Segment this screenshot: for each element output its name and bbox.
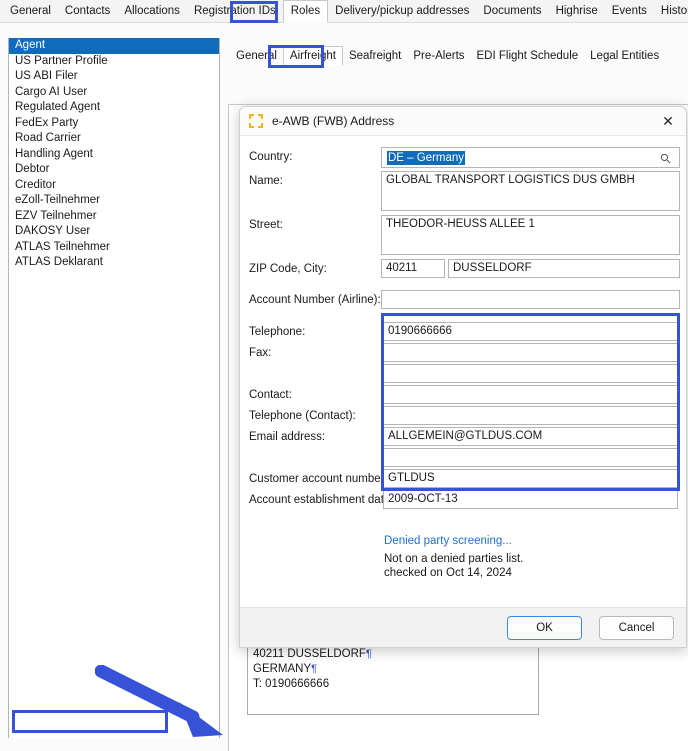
telephone-contact-label: Telephone (Contact): xyxy=(249,410,356,422)
sub-tab-bar: General Airfreight Seafreight Pre-Alerts… xyxy=(228,46,665,66)
name-label: Name: xyxy=(249,175,283,187)
fax-label: Fax: xyxy=(249,347,271,359)
left-gutter xyxy=(0,38,8,751)
list-item[interactable]: Creditor xyxy=(9,178,219,194)
street-input[interactable]: THEODOR-HEUSS ALLEE 1 xyxy=(381,215,680,255)
extra-field-2-input[interactable] xyxy=(383,448,678,467)
list-item[interactable]: Agent xyxy=(9,38,219,54)
list-item[interactable]: Road Carrier xyxy=(9,131,219,147)
tab-edi-flight-schedule[interactable]: EDI Flight Schedule xyxy=(471,47,585,66)
tab-registration-ids[interactable]: Registration IDs xyxy=(187,0,283,22)
roles-list-panel: Agent US Partner Profile US ABI Filer Ca… xyxy=(8,38,220,738)
list-item[interactable]: Debtor xyxy=(9,162,219,178)
list-item[interactable]: ATLAS Deklarant xyxy=(9,255,219,271)
ok-button[interactable]: OK xyxy=(507,616,582,640)
list-item[interactable]: FedEx Party xyxy=(9,116,219,132)
dialog-footer: OK Cancel xyxy=(240,607,686,648)
list-item[interactable]: EZV Teilnehmer xyxy=(9,209,219,225)
tab-general-sub[interactable]: General xyxy=(230,47,283,66)
zip-city-label: ZIP Code, City: xyxy=(249,263,327,275)
expand-corners-icon xyxy=(249,114,263,128)
country-label: Country: xyxy=(249,151,292,163)
top-tab-bar: General Contacts Allocations Registratio… xyxy=(0,0,688,23)
denied-party-status: Not on a denied parties list. checked on… xyxy=(384,552,523,580)
email-label: Email address: xyxy=(249,431,325,443)
fax-input[interactable] xyxy=(383,343,678,362)
email-input[interactable]: ALLGEMEIN@GTLDUS.COM xyxy=(383,427,678,446)
eawb-address-dialog: e-AWB (FWB) Address ✕ Country: DE – Germ… xyxy=(239,106,687,648)
country-value: DE – Germany xyxy=(387,151,465,165)
telephone-label: Telephone: xyxy=(249,326,305,338)
dialog-title-bar: e-AWB (FWB) Address ✕ xyxy=(240,107,686,135)
list-item[interactable]: Regulated Agent xyxy=(9,100,219,116)
close-icon[interactable]: ✕ xyxy=(658,112,678,130)
tab-history-of-changes[interactable]: History of changes xyxy=(654,0,688,22)
dialog-body: Country: DE – Germany Name: GLOBAL TRANS… xyxy=(240,135,686,607)
tab-delivery-pickup-addresses[interactable]: Delivery/pickup addresses xyxy=(328,0,476,22)
list-item[interactable]: Handling Agent xyxy=(9,147,219,163)
tab-contacts[interactable]: Contacts xyxy=(58,0,117,22)
list-item[interactable]: US Partner Profile xyxy=(9,54,219,70)
account-establishment-date-input[interactable]: 2009-OCT-13 xyxy=(383,490,678,509)
telephone-input[interactable]: 0190666666 xyxy=(383,322,678,341)
list-item[interactable]: Cargo AI User xyxy=(9,85,219,101)
denied-party-screening-link[interactable]: Denied party screening... xyxy=(384,535,512,547)
tab-pre-alerts[interactable]: Pre-Alerts xyxy=(407,47,470,66)
zip-input[interactable]: 40211 xyxy=(381,259,445,278)
address-line: 40211 DUSSELDORF¶ xyxy=(253,647,533,662)
app-root: General Contacts Allocations Registratio… xyxy=(0,0,688,751)
tab-airfreight[interactable]: Airfreight xyxy=(283,46,343,66)
denied-party-line-2: checked on Oct 14, 2024 xyxy=(384,566,523,580)
name-input[interactable]: GLOBAL TRANSPORT LOGISTICS DUS GMBH xyxy=(381,171,680,211)
list-item[interactable]: DAKOSY User xyxy=(9,224,219,240)
tab-highrise[interactable]: Highrise xyxy=(549,0,605,22)
list-item[interactable]: US ABI Filer xyxy=(9,69,219,85)
pilcrow-mark: ¶ xyxy=(366,648,372,660)
tab-events[interactable]: Events xyxy=(605,0,654,22)
extra-field-1-input[interactable] xyxy=(383,364,678,383)
list-item[interactable]: eZoll-Teilnehmer xyxy=(9,193,219,209)
account-number-airline-input[interactable] xyxy=(381,290,680,309)
customer-account-number-label: Customer account number: xyxy=(249,473,388,485)
tab-roles[interactable]: Roles xyxy=(283,0,328,23)
tab-general[interactable]: General xyxy=(3,0,58,22)
address-line: T: 0190666666 xyxy=(253,677,533,692)
customer-account-number-input[interactable]: GTLDUS xyxy=(383,469,678,488)
denied-party-line-1: Not on a denied parties list. xyxy=(384,552,523,566)
tab-seafreight[interactable]: Seafreight xyxy=(343,47,407,66)
tab-allocations[interactable]: Allocations xyxy=(117,0,187,22)
tab-documents[interactable]: Documents xyxy=(476,0,548,22)
city-input[interactable]: DUSSELDORF xyxy=(448,259,680,278)
pilcrow-mark: ¶ xyxy=(311,663,317,675)
dialog-title: e-AWB (FWB) Address xyxy=(272,114,394,128)
contact-input[interactable] xyxy=(383,385,678,404)
search-icon xyxy=(660,153,671,164)
cancel-button[interactable]: Cancel xyxy=(599,616,674,640)
account-establishment-date-label: Account establishment date: xyxy=(249,494,393,506)
list-item[interactable]: ATLAS Teilnehmer xyxy=(9,240,219,256)
telephone-contact-input[interactable] xyxy=(383,406,678,425)
tab-legal-entities[interactable]: Legal Entities xyxy=(584,47,665,66)
contact-label: Contact: xyxy=(249,389,292,401)
address-line: GERMANY¶ xyxy=(253,662,533,677)
roles-listbox[interactable]: Agent US Partner Profile US ABI Filer Ca… xyxy=(9,38,219,738)
account-number-airline-label: Account Number (Airline): xyxy=(249,294,381,306)
country-input[interactable]: DE – Germany xyxy=(381,147,680,168)
street-label: Street: xyxy=(249,219,283,231)
